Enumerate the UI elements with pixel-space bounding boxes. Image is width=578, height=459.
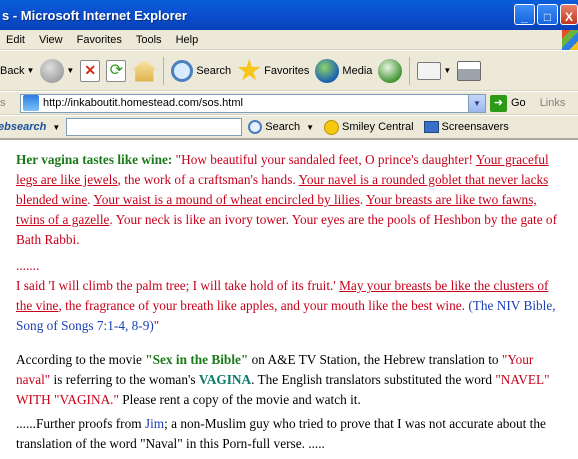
movie-title: "Sex in the Bible": [145, 352, 249, 367]
page-icon: [23, 95, 39, 111]
links-button[interactable]: Links: [540, 97, 566, 109]
menu-view[interactable]: View: [33, 34, 71, 46]
standard-toolbar: Back ▼ ▼ ⟳ Search Favorites Media ▼: [0, 51, 578, 91]
home-icon: [132, 59, 157, 82]
ellipsis-line: .......: [16, 258, 40, 273]
movie-text: is referring to the woman's: [50, 372, 199, 387]
verse-text: , the fragrance of your breath like appl…: [58, 298, 469, 313]
star-icon: [237, 58, 261, 81]
menu-tools[interactable]: Tools: [130, 34, 170, 46]
verse-text: , the work of a craftsman's hands.: [117, 172, 299, 187]
print-button[interactable]: [454, 55, 484, 87]
media-icon: [315, 58, 340, 83]
go-label: Go: [511, 97, 526, 109]
go-button[interactable]: ➜ Go: [490, 94, 526, 112]
search-icon: [248, 120, 263, 134]
history-button[interactable]: [375, 55, 405, 87]
media-button[interactable]: Media: [312, 55, 375, 87]
search-button[interactable]: Search: [168, 55, 234, 87]
toolbar-separator: [409, 56, 411, 85]
verse-text: "How beautiful your sandaled feet, O pri…: [172, 152, 476, 167]
maximize-button[interactable]: □: [537, 4, 558, 25]
back-label: Back: [0, 64, 25, 77]
address-dropdown-icon[interactable]: ▼: [468, 94, 485, 112]
websearch-search-label: Search: [265, 121, 301, 133]
search-label: Search: [196, 64, 232, 77]
jim-link[interactable]: Jim: [145, 416, 164, 431]
forward-dropdown-icon[interactable]: ▼: [66, 66, 74, 75]
paragraph-movie: According to the movie "Sex in the Bible…: [16, 350, 562, 410]
paragraph-palm-tree: I said 'I will climb the palm tree; I wi…: [16, 276, 562, 336]
close-button[interactable]: X: [560, 4, 578, 25]
refresh-button[interactable]: ⟳: [103, 55, 129, 87]
address-bar: s http://inkaboutit.homestead.com/sos.ht…: [0, 92, 578, 115]
printer-icon: [457, 60, 482, 81]
home-button[interactable]: [129, 55, 159, 87]
movie-text: on A&E TV Station, the Hebrew translatio…: [248, 352, 502, 367]
websearch-brand[interactable]: ebsearch: [0, 121, 46, 133]
toolbar-separator: [163, 56, 165, 85]
back-dropdown-icon[interactable]: ▼: [26, 66, 34, 75]
window-title: s - Microsoft Internet Explorer: [2, 7, 187, 23]
address-input[interactable]: http://inkaboutit.homestead.com/sos.html…: [20, 93, 486, 113]
forward-arrow-icon: [40, 58, 65, 83]
menu-bar: Edit View Favorites Tools Help: [0, 30, 578, 50]
movie-text: . The English translators substituted th…: [251, 372, 496, 387]
movie-text: According to the movie: [16, 352, 146, 367]
minimize-button[interactable]: _: [514, 4, 535, 25]
stop-icon: [80, 59, 101, 82]
stop-button[interactable]: [77, 55, 103, 87]
address-label: s: [0, 97, 6, 109]
websearch-search-button[interactable]: Search ▼: [248, 120, 314, 134]
paragraph-proofs: ......Further proofs from Jim; a non-Mus…: [16, 414, 562, 454]
title-bar: s - Microsoft Internet Explorer _ □ X: [0, 0, 578, 30]
favorites-label: Favorites: [264, 64, 310, 77]
movie-text: Please rent a copy of the movie and watc…: [118, 392, 361, 407]
proofs-text: ......Further proofs from: [16, 416, 145, 431]
websearch-input[interactable]: [66, 118, 243, 136]
websearch-toolbar: ebsearch ▼ Search ▼ Smiley Central Scree…: [0, 116, 578, 140]
mail-icon: [417, 61, 442, 80]
history-icon: [378, 58, 403, 83]
paragraph-song-verse: Her vagina tastes like wine: "How beauti…: [16, 150, 562, 250]
mail-button[interactable]: ▼: [414, 55, 454, 87]
websearch-dropdown-icon[interactable]: ▼: [52, 123, 60, 132]
emphasis-word: VAGINA: [198, 372, 252, 387]
menu-favorites[interactable]: Favorites: [71, 34, 130, 46]
verse-text: ": [153, 318, 160, 333]
verse-heading: Her vagina tastes like wine:: [16, 152, 173, 167]
forward-button[interactable]: ▼: [37, 55, 77, 87]
screensavers-label: Screensavers: [441, 121, 509, 133]
screensaver-icon: [423, 121, 439, 133]
smiley-icon: [324, 119, 340, 135]
media-label: Media: [342, 64, 373, 77]
menu-edit[interactable]: Edit: [0, 34, 33, 46]
smiley-central-label: Smiley Central: [342, 121, 414, 133]
menu-help[interactable]: Help: [170, 34, 207, 46]
smiley-central-button[interactable]: Smiley Central: [324, 119, 414, 135]
verse-underline: Your waist is a mound of wheat encircled…: [93, 192, 360, 207]
favorites-button[interactable]: Favorites: [234, 55, 312, 87]
go-arrow-icon: ➜: [490, 94, 507, 112]
screensavers-button[interactable]: Screensavers: [423, 121, 509, 133]
window-controls: _ □ X: [514, 4, 578, 25]
websearch-search-dropdown-icon[interactable]: ▼: [306, 123, 314, 132]
windows-logo-icon: [562, 30, 578, 50]
refresh-icon: ⟳: [106, 59, 127, 82]
mail-dropdown-icon[interactable]: ▼: [443, 66, 451, 75]
address-url[interactable]: http://inkaboutit.homestead.com/sos.html: [43, 97, 243, 109]
search-icon: [171, 59, 194, 82]
page-content: Her vagina tastes like wine: "How beauti…: [0, 142, 578, 459]
back-button[interactable]: Back ▼: [0, 55, 37, 87]
verse-text: I said 'I will climb the palm tree; I wi…: [16, 278, 340, 293]
